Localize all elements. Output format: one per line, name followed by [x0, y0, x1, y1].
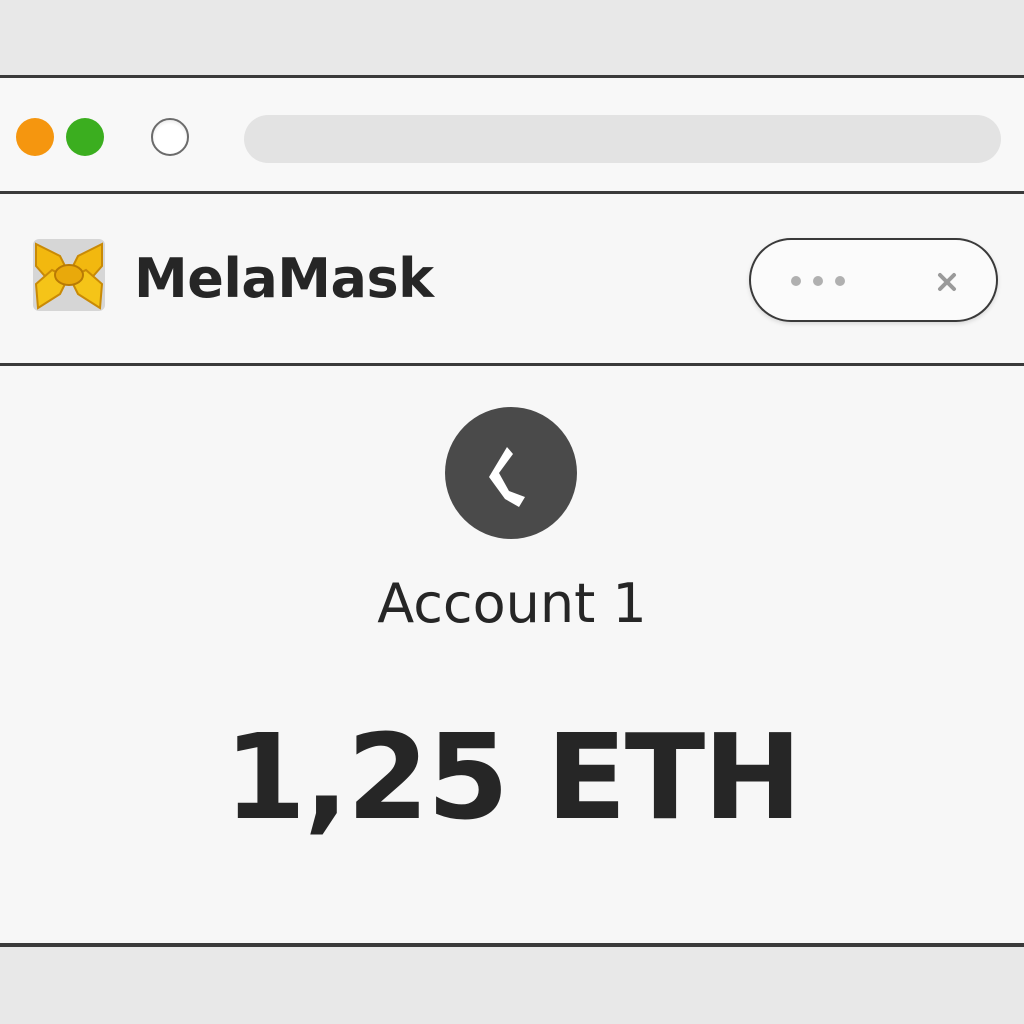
close-icon[interactable] — [931, 266, 963, 298]
browser-window: MelaMask Account 1 1,25 ETH — [0, 75, 1024, 947]
account-name[interactable]: Account 1 — [0, 569, 1024, 639]
window-minimize-button[interactable] — [16, 118, 54, 156]
address-bar[interactable] — [244, 115, 1001, 163]
fox-logo-icon — [30, 236, 108, 314]
balance-amount: 1,25 ETH — [223, 708, 802, 846]
account-avatar-icon[interactable] — [445, 407, 577, 539]
app-title: MelaMask — [134, 247, 434, 310]
window-maximize-button[interactable] — [66, 118, 104, 156]
account-menu-button[interactable] — [749, 238, 998, 322]
reload-button[interactable] — [151, 118, 189, 156]
browser-toolbar — [0, 78, 1024, 194]
more-dots-icon — [791, 276, 851, 288]
account-panel: Account 1 1,25 ETH — [0, 369, 1024, 947]
app-header: MelaMask — [0, 194, 1024, 366]
screen: MelaMask Account 1 1,25 ETH — [0, 0, 1024, 1024]
